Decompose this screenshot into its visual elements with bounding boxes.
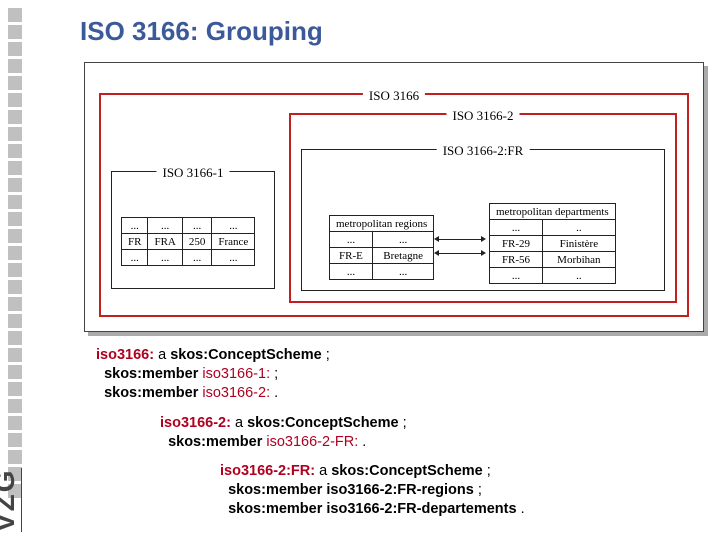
rdf-block-3: iso3166-2:FR: a skos:ConceptScheme ; sko…	[220, 462, 525, 519]
diagram-container: ISO 3166 ISO 3166-2 ISO 3166-2:FR ISO 31…	[84, 62, 704, 332]
caption-iso3166-1: ISO 3166-1	[156, 165, 229, 181]
caption-iso3166: ISO 3166	[363, 88, 425, 104]
table-iso3166-1: ............ FRFRA250France ............	[121, 217, 255, 266]
caption-iso3166-2-fr: ISO 3166-2:FR	[437, 143, 530, 159]
rdf-block-1: iso3166: a skos:ConceptScheme ; skos:mem…	[96, 346, 330, 403]
rdf-block-2: iso3166-2: a skos:ConceptScheme ; skos:m…	[160, 414, 407, 452]
relation-arrow	[439, 253, 481, 254]
slide-title: ISO 3166: Grouping	[80, 16, 323, 47]
decorative-squares	[8, 8, 22, 498]
table-regions: metropolitan regions ...... FR-EBretagne…	[329, 215, 434, 280]
table-departments: metropolitan departments ..... FR-29Fini…	[489, 203, 616, 284]
caption-iso3166-2: ISO 3166-2	[446, 108, 519, 124]
vzg-logo: VZG	[0, 468, 22, 532]
relation-arrow	[439, 239, 481, 240]
